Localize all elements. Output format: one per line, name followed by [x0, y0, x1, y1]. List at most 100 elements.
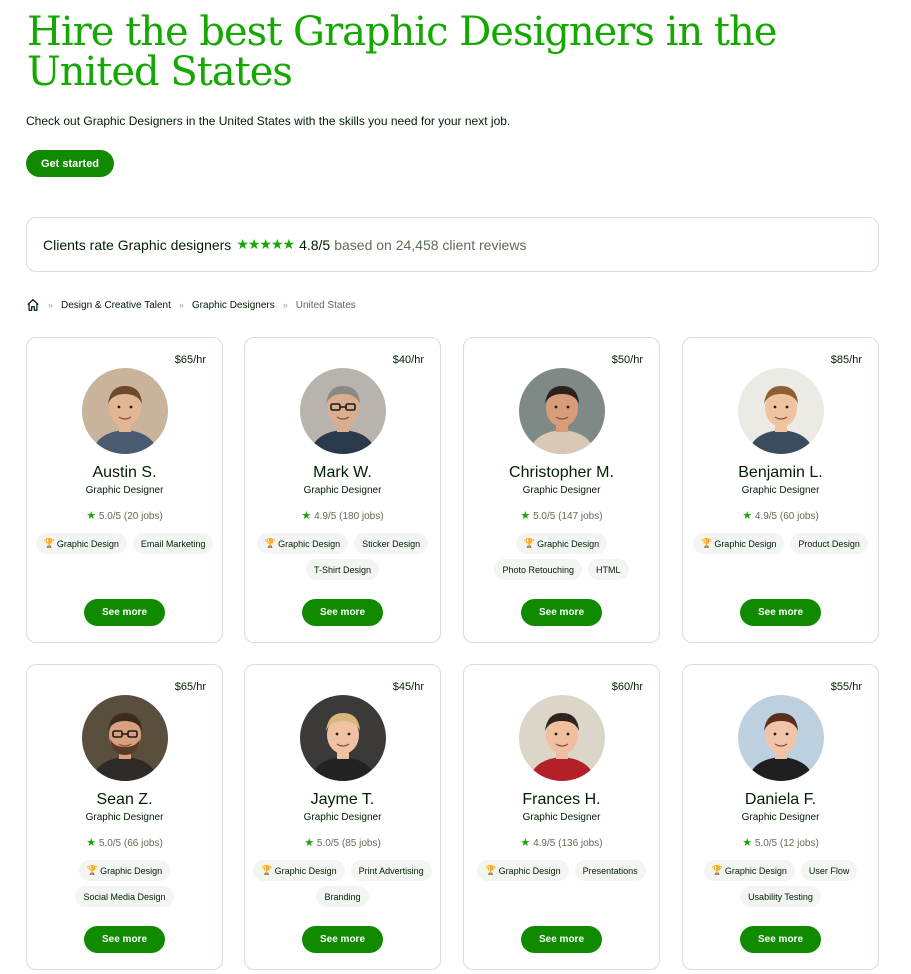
- see-more-button[interactable]: See more: [740, 599, 821, 626]
- freelancer-rating: ★ 5.0/5 (85 jobs): [245, 836, 440, 849]
- freelancer-rating: ★ 5.0/5 (66 jobs): [27, 836, 222, 849]
- breadcrumb-design-creative[interactable]: Design & Creative Talent: [61, 300, 171, 311]
- page-subtitle: Check out Graphic Designers in the Unite…: [26, 114, 511, 128]
- trophy-icon: 🏆: [264, 538, 277, 548]
- trophy-icon: 🏆: [86, 865, 99, 875]
- breadcrumb-separator: »: [282, 300, 288, 310]
- skill-label: Sticker Design: [362, 538, 421, 549]
- freelancer-title: Graphic Designer: [303, 812, 382, 823]
- job-count: (66 jobs): [123, 838, 163, 849]
- see-more-button[interactable]: See more: [740, 926, 821, 953]
- rating-lead: Clients rate Graphic designers: [43, 236, 232, 253]
- see-more-button[interactable]: See more: [521, 926, 602, 953]
- rating-review-count: based on 24,458 client reviews: [334, 236, 527, 253]
- breadcrumb-separator: »: [178, 300, 184, 310]
- freelancer-name[interactable]: Sean Z.: [27, 791, 222, 809]
- skill-chip[interactable]: 🏆 Graphic Design: [515, 533, 608, 554]
- freelancer-name[interactable]: Jayme T.: [245, 791, 440, 809]
- skill-list: 🏆 Graphic Design Presentations: [470, 860, 653, 881]
- avatar[interactable]: [300, 368, 386, 454]
- trophy-icon: 🏆: [523, 538, 536, 548]
- freelancer-name[interactable]: Benjamin L.: [683, 464, 878, 482]
- freelancer-name[interactable]: Austin S.: [27, 464, 222, 482]
- freelancer-name[interactable]: Frances H.: [464, 791, 659, 809]
- freelancer-card[interactable]: $50/hr Christopher M. Graphic Designer ★…: [463, 337, 660, 643]
- see-more-button[interactable]: See more: [302, 926, 383, 953]
- avatar[interactable]: [738, 695, 824, 781]
- rating-score: 5.0/5: [754, 838, 778, 849]
- see-more-button[interactable]: See more: [84, 926, 165, 953]
- skill-label: User Flow: [808, 865, 850, 876]
- skill-label: Graphic Design: [714, 538, 777, 549]
- see-more-button[interactable]: See more: [521, 599, 602, 626]
- freelancer-title: Graphic Designer: [741, 485, 820, 496]
- skill-label: Email Marketing: [140, 538, 206, 549]
- avatar[interactable]: [82, 695, 168, 781]
- see-more-button[interactable]: See more: [302, 599, 383, 626]
- rating-score: 5.0/5: [98, 838, 122, 849]
- see-more-button[interactable]: See more: [84, 599, 165, 626]
- skill-chip[interactable]: Product Design: [790, 533, 868, 554]
- trophy-icon: 🏆: [485, 865, 497, 875]
- freelancer-card[interactable]: $45/hr Jayme T. Graphic Designer ★ 5.0/5…: [244, 664, 441, 970]
- freelancer-title: Graphic Designer: [522, 812, 601, 823]
- skill-chip[interactable]: Presentations: [574, 860, 646, 881]
- skill-chip[interactable]: 🏆 Graphic Design: [693, 533, 785, 554]
- skill-chip[interactable]: Sticker Design: [354, 533, 429, 554]
- avatar[interactable]: [300, 695, 386, 781]
- freelancer-title: Graphic Designer: [741, 812, 820, 823]
- skill-chip[interactable]: HTML: [588, 559, 629, 580]
- skill-label: HTML: [596, 564, 621, 575]
- breadcrumb-graphic-designers[interactable]: Graphic Designers: [192, 300, 275, 311]
- trophy-icon: 🏆: [701, 538, 713, 548]
- skill-chip[interactable]: User Flow: [800, 860, 858, 881]
- skill-chip[interactable]: 🏆 Graphic Design: [78, 860, 171, 881]
- skill-chip[interactable]: Usability Testing: [740, 886, 821, 907]
- job-count: (60 jobs): [779, 511, 819, 522]
- freelancer-card[interactable]: $85/hr Benjamin L. Graphic Designer ★ 4.…: [682, 337, 879, 643]
- hourly-rate: $65/hr: [174, 354, 206, 366]
- freelancer-card[interactable]: $60/hr Frances H. Graphic Designer ★ 4.9…: [463, 664, 660, 970]
- freelancer-card[interactable]: $65/hr Austin S. Graphic Designer ★ 5.0/…: [26, 337, 223, 643]
- rating-stars-icon: ★★★★★: [236, 236, 295, 252]
- skill-chip[interactable]: Branding: [316, 886, 369, 907]
- job-count: (20 jobs): [123, 511, 163, 522]
- skill-chip[interactable]: Social Media Design: [75, 886, 174, 907]
- freelancer-rating: ★ 5.0/5 (147 jobs): [464, 509, 659, 522]
- skill-label: T-Shirt Design: [313, 564, 372, 575]
- freelancer-name[interactable]: Daniela F.: [683, 791, 878, 809]
- freelancer-name[interactable]: Christopher M.: [464, 464, 659, 482]
- skill-chip[interactable]: Print Advertising: [350, 860, 432, 881]
- get-started-button[interactable]: Get started: [26, 150, 114, 177]
- freelancer-card[interactable]: $40/hr Mark W. Graphic Designer ★ 4.9/5 …: [244, 337, 441, 643]
- skill-label: Social Media Design: [83, 891, 166, 902]
- avatar[interactable]: [738, 368, 824, 454]
- skill-chip[interactable]: Photo Retouching: [494, 559, 583, 580]
- skill-label: Photo Retouching: [502, 564, 575, 575]
- breadcrumb-current: United States: [295, 299, 356, 311]
- avatar[interactable]: [519, 368, 605, 454]
- skill-chip[interactable]: 🏆 Graphic Design: [477, 860, 569, 881]
- skill-chip[interactable]: 🏆 Graphic Design: [703, 860, 795, 881]
- skill-chip[interactable]: 🏆 Graphic Design: [35, 533, 127, 554]
- skill-list: 🏆 Graphic Design Photo Retouching HTML: [470, 533, 653, 580]
- rating-score: 5.0/5: [316, 838, 340, 849]
- skill-chip[interactable]: 🏆 Graphic Design: [253, 860, 345, 881]
- freelancer-card[interactable]: $55/hr Daniela F. Graphic Designer ★ 5.0…: [682, 664, 879, 970]
- rating-score: 4.9/5: [533, 838, 556, 849]
- freelancer-rating: ★ 5.0/5 (20 jobs): [27, 509, 222, 522]
- skill-label: Print Advertising: [358, 865, 424, 876]
- freelancer-name[interactable]: Mark W.: [245, 464, 440, 482]
- avatar[interactable]: [82, 368, 168, 454]
- trophy-icon: 🏆: [711, 865, 723, 875]
- skill-chip[interactable]: Email Marketing: [132, 533, 214, 554]
- rating-score: 4.8/5: [299, 236, 331, 253]
- skill-chip[interactable]: T-Shirt Design: [305, 559, 380, 580]
- avatar[interactable]: [519, 695, 605, 781]
- skill-chip[interactable]: 🏆 Graphic Design: [256, 533, 349, 554]
- home-icon[interactable]: [26, 298, 40, 312]
- freelancer-card[interactable]: $65/hr Sean Z. Graphic Designer ★ 5.0/5 …: [26, 664, 223, 970]
- rating-score: 4.9/5: [314, 511, 337, 522]
- page-title: Hire the best Graphic Designers in the U…: [27, 9, 777, 95]
- job-count: (180 jobs): [339, 511, 384, 522]
